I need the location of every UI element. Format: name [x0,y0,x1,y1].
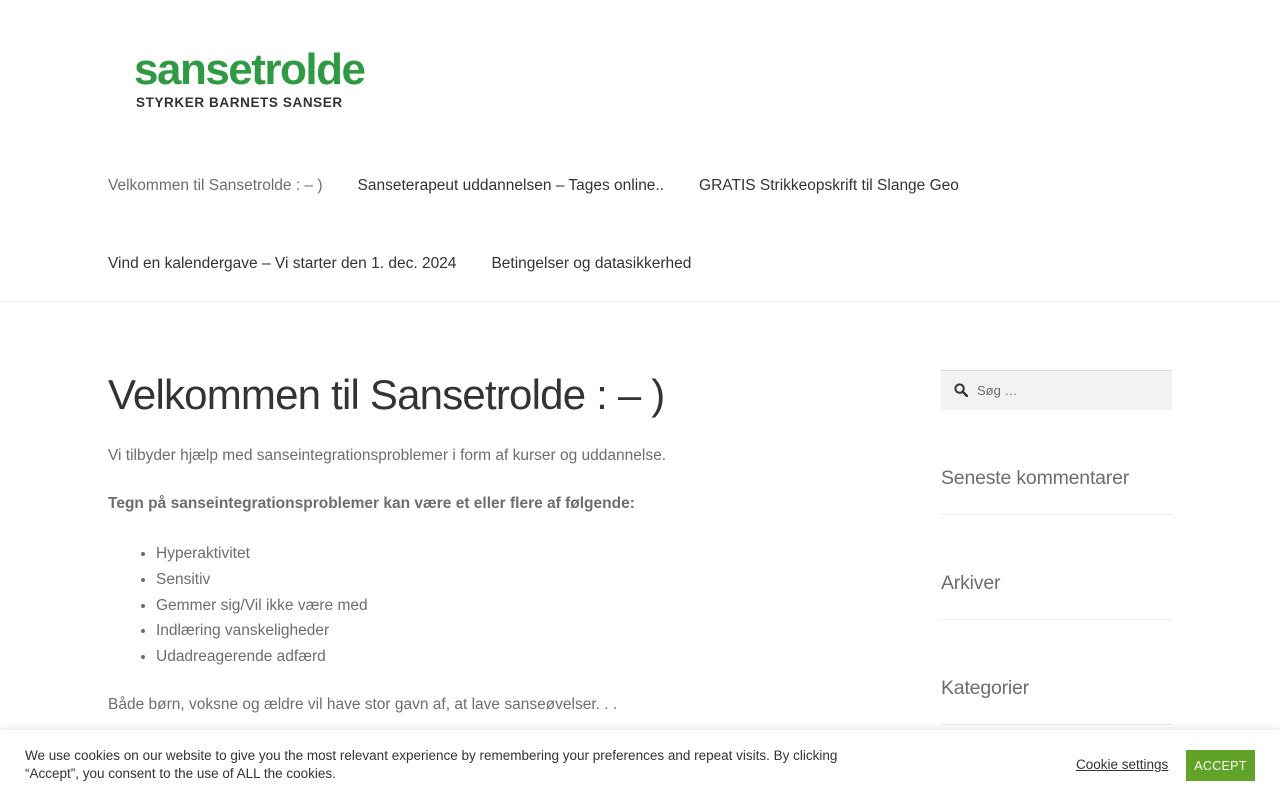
nav-row-1: Velkommen til Sansetrolde : – ) Sanseter… [108,147,1108,225]
list-item: Gemmer sig/Vil ikke være med [156,593,368,619]
main-content: Velkommen til Sansetrolde : – ) Vi tilby… [108,368,888,713]
list-item: Indlæring vanskeligheder [156,618,368,644]
widget-title: Kategorier [941,677,1029,699]
search-icon [954,383,968,397]
widget-title: Seneste kommentarer [941,467,1130,489]
logo-tagline: STYRKER BARNETS SANSER [136,95,343,110]
nav-item-velkommen[interactable]: Velkommen til Sansetrolde : – ) [108,177,323,195]
nav-item-betingelser[interactable]: Betingelser og datasikkerhed [491,255,691,273]
symptom-list: Hyperaktivitet Sensitiv Gemmer sig/Vil i… [108,541,368,670]
sidebar: Seneste kommentarer Arkiver Kategorier [941,370,1172,725]
site-logo[interactable]: sansetrolde STYRKER BARNETS SANSER [134,47,366,115]
widget-archives: Arkiver [941,571,1172,620]
site-header: sansetrolde STYRKER BARNETS SANSER Velko… [0,0,1280,302]
list-item: Hyperaktivitet [156,541,368,567]
cookie-banner: We use cookies on our website to give yo… [0,730,1280,800]
nav-item-kalendergave[interactable]: Vind en kalendergave – Vi starter den 1.… [108,255,456,273]
list-heading: Tegn på sanseintegrationsproblemer kan v… [108,495,635,512]
widget-recent-comments: Seneste kommentarer [941,466,1172,515]
search-form [941,370,1172,410]
widget-categories: Kategorier [941,676,1172,725]
cookie-text: We use cookies on our website to give yo… [25,748,838,781]
list-item: Udadreagerende adfærd [156,644,368,670]
accept-button[interactable]: ACCEPT [1186,750,1255,781]
nav-item-strikkeopskrift[interactable]: GRATIS Strikkeopskrift til Slange Geo [699,177,959,195]
closing-paragraph: Både børn, voksne og ældre vil have stor… [108,696,618,713]
page-title: Velkommen til Sansetrolde : – ) [108,371,665,418]
list-item: Sensitiv [156,567,368,593]
nav-item-sanseterapeut[interactable]: Sanseterapeut uddannelsen – Tages online… [358,177,665,195]
widget-title: Arkiver [941,572,1001,594]
search-input[interactable] [977,371,1167,409]
intro-paragraph: Vi tilbyder hjælp med sanseintegrationsp… [108,447,667,464]
nav-row-2: Vind en kalendergave – Vi starter den 1.… [108,225,1108,303]
cookie-settings-link[interactable]: Cookie settings [1076,757,1168,772]
logo-wordmark: sansetrolde [134,45,366,94]
primary-navigation: Velkommen til Sansetrolde : – ) Sanseter… [108,147,1108,303]
